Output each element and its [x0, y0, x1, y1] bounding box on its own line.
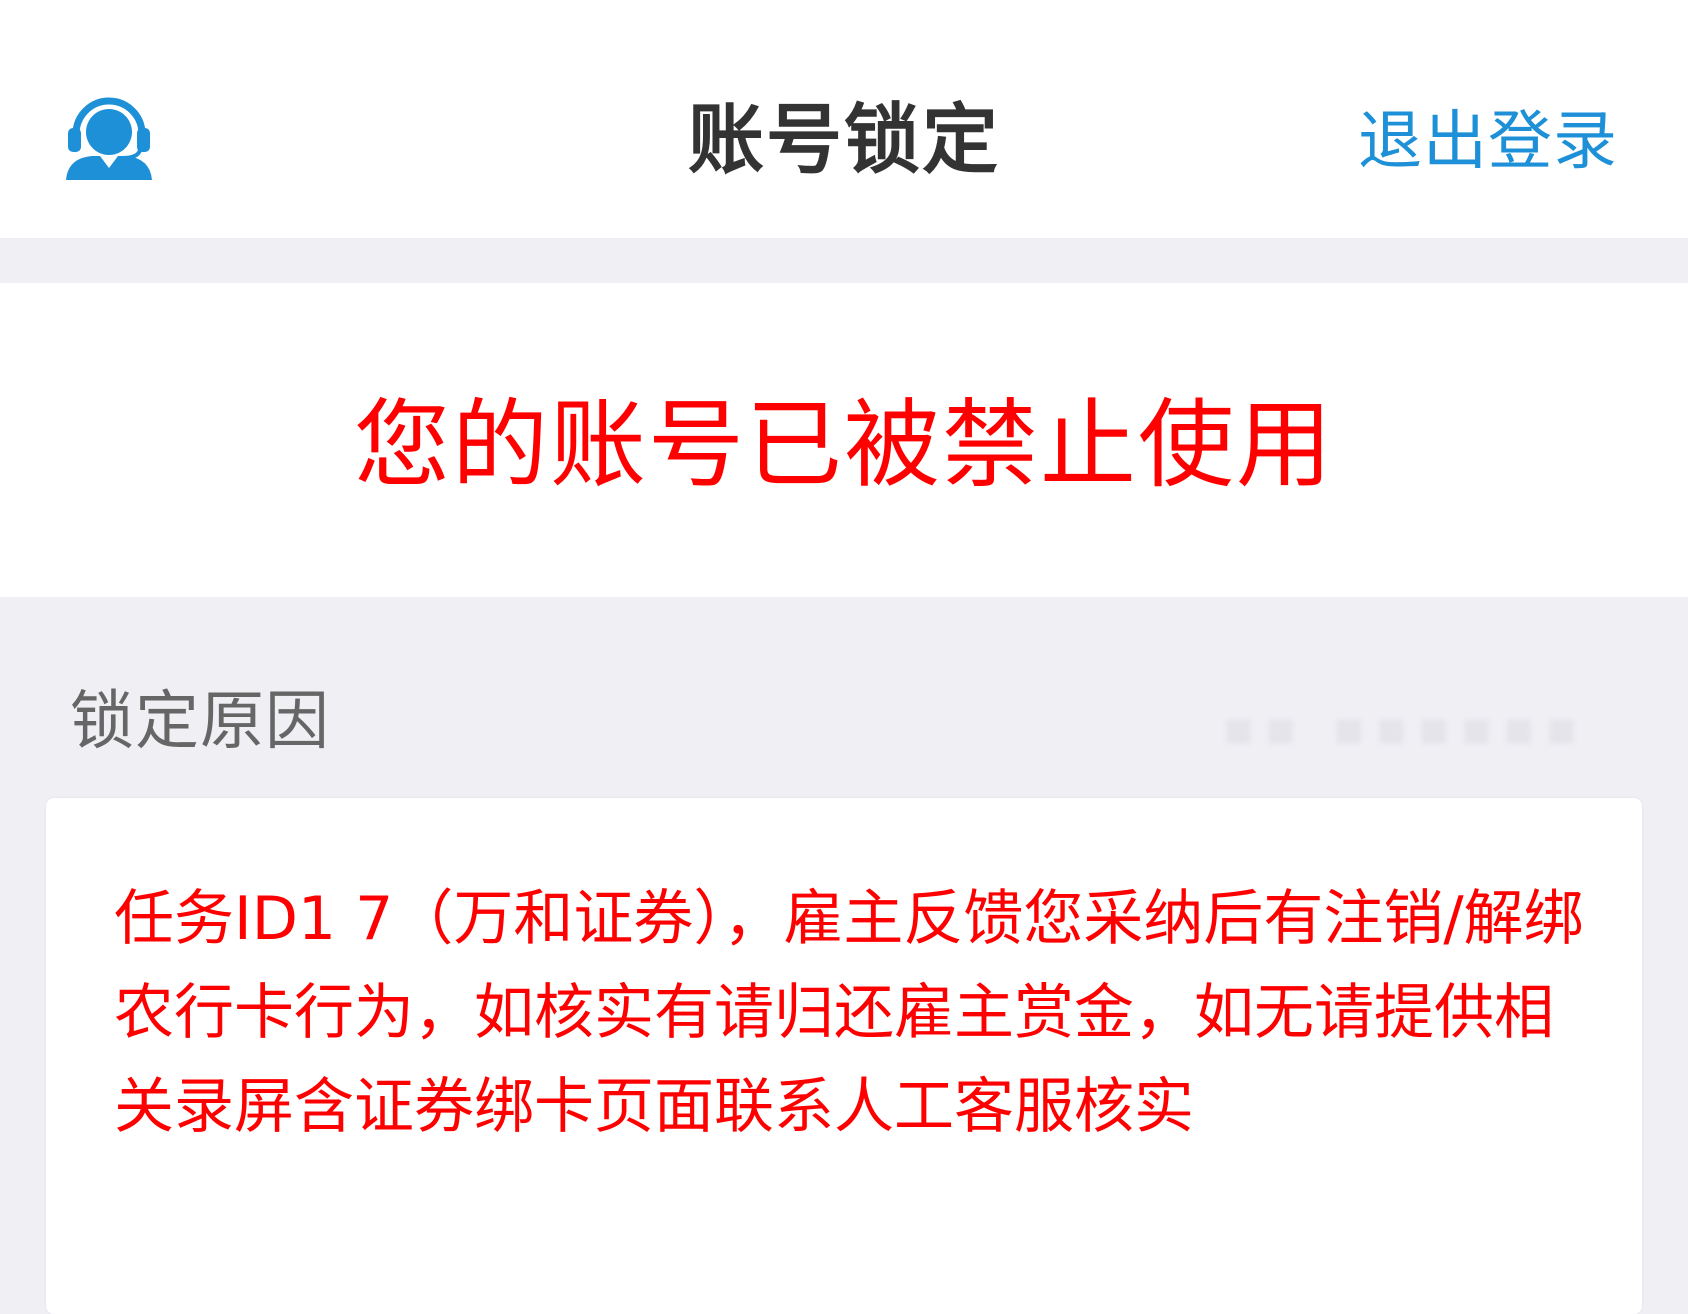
lock-reason-label: 锁定原因: [70, 685, 330, 759]
logout-button[interactable]: 退出登录: [1358, 102, 1618, 182]
lock-reason-text: 任务ID1 7（万和证券），雇主反馈您采纳后有注销/解绑农行卡行为，如核实有请归…: [114, 884, 1584, 1142]
ban-message: 您的账号已被禁止使用: [354, 389, 1334, 501]
blurred-text: ▪▪ ▪▪▪▪▪▪: [1222, 710, 1588, 746]
top-bar: 账号锁定 退出登录: [0, 0, 1688, 238]
